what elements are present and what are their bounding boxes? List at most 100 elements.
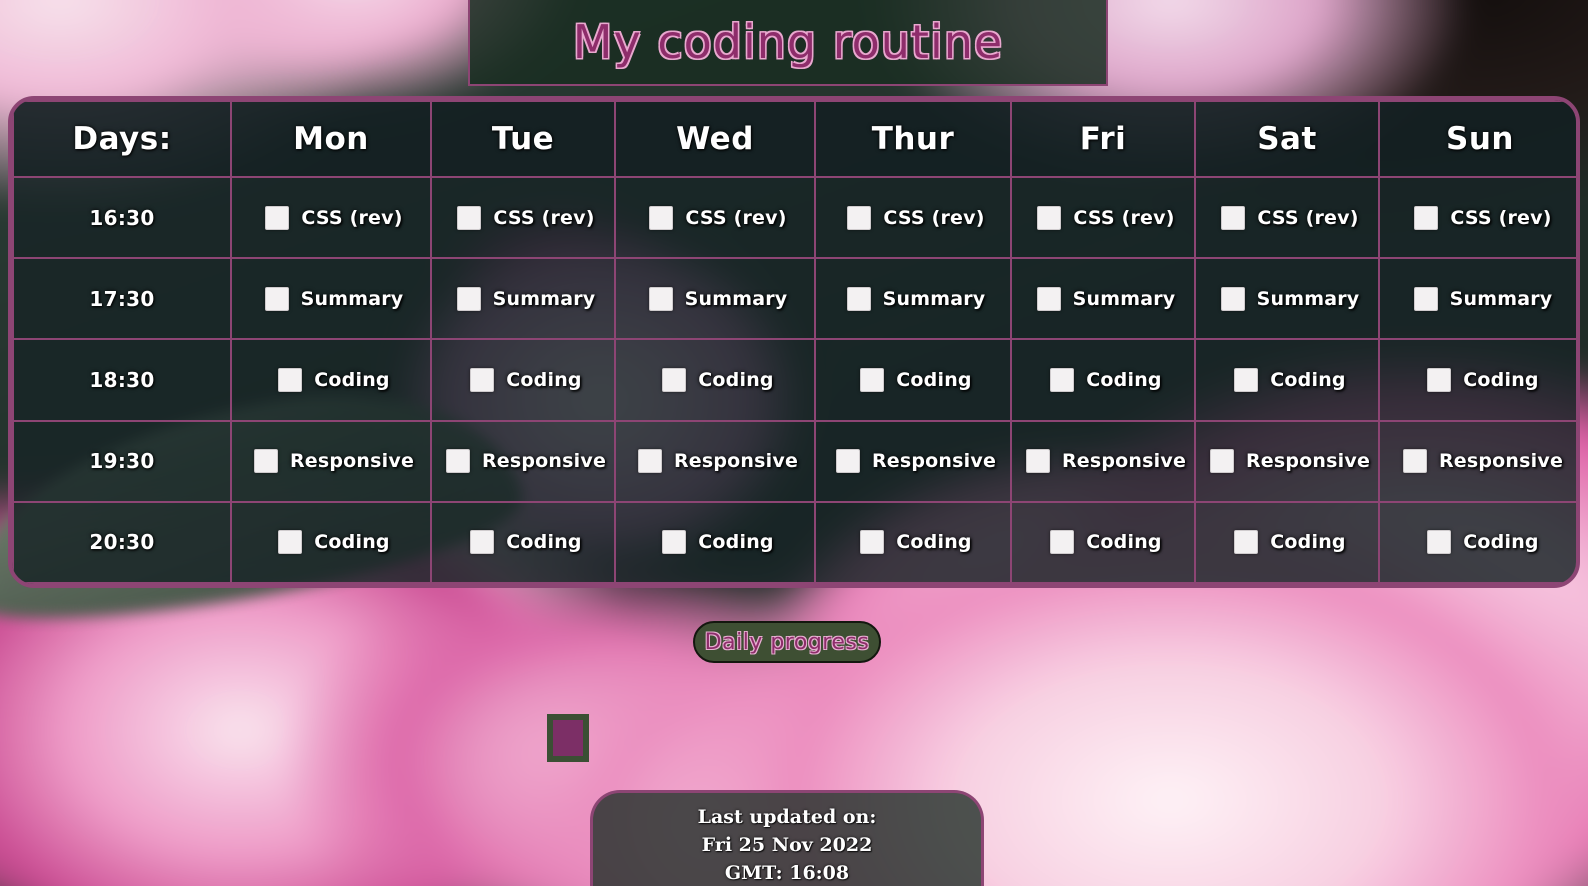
- task-item: Summary: [1012, 286, 1194, 311]
- task-label: Coding: [1270, 531, 1346, 554]
- task-item: Coding: [432, 530, 614, 555]
- schedule-row: 18:30 Coding Coding Coding Coding Coding Codin…: [12, 338, 1576, 422]
- task-checkbox[interactable]: [1025, 449, 1050, 474]
- task-checkbox[interactable]: [1402, 449, 1427, 474]
- task-cell-fri: Responsive: [1010, 419, 1196, 503]
- task-checkbox[interactable]: [253, 449, 278, 474]
- time-cell: 19:30: [12, 419, 232, 503]
- task-cell-sat: Coding: [1194, 500, 1380, 584]
- task-checkbox[interactable]: [1050, 367, 1075, 392]
- task-cell-sun: Coding: [1378, 338, 1576, 422]
- task-checkbox[interactable]: [847, 205, 872, 230]
- page-title-box: My coding routine: [468, 0, 1108, 86]
- task-checkbox[interactable]: [860, 530, 885, 555]
- header-sat-label: Sat: [1257, 121, 1317, 157]
- task-item: Coding: [232, 367, 430, 392]
- task-checkbox[interactable]: [1414, 205, 1439, 230]
- last-updated-date: Fri 25 Nov 2022: [701, 834, 873, 856]
- task-item: Coding: [816, 367, 1010, 392]
- task-item: Coding: [1196, 530, 1378, 555]
- task-checkbox[interactable]: [456, 286, 481, 311]
- task-checkbox[interactable]: [470, 530, 495, 555]
- task-item: CSS (rev): [616, 205, 814, 230]
- task-label: Coding: [1086, 368, 1162, 391]
- task-checkbox[interactable]: [445, 449, 470, 474]
- task-checkbox[interactable]: [1234, 367, 1259, 392]
- task-cell-sat: CSS (rev): [1194, 175, 1380, 260]
- task-item: Coding: [232, 530, 430, 555]
- task-checkbox[interactable]: [649, 205, 674, 230]
- task-cell-wed: Coding: [614, 338, 816, 422]
- task-cell-thur: Responsive: [814, 419, 1012, 503]
- task-checkbox[interactable]: [264, 286, 289, 311]
- time-label: 19:30: [89, 449, 155, 474]
- task-item: Coding: [1012, 367, 1194, 392]
- task-label: Coding: [506, 531, 582, 554]
- header-fri: Fri: [1010, 100, 1196, 178]
- task-cell-sun: CSS (rev): [1378, 175, 1576, 260]
- schedule-row: 16:30 CSS (rev) CSS (rev) CSS (rev) CSS (rev…: [12, 175, 1576, 260]
- task-cell-wed: Summary: [614, 257, 816, 341]
- task-label: Coding: [1463, 531, 1539, 554]
- page-title: My coding routine: [572, 15, 1004, 69]
- task-checkbox[interactable]: [1427, 367, 1452, 392]
- task-checkbox[interactable]: [860, 367, 885, 392]
- task-item: Summary: [1380, 286, 1576, 311]
- task-label: Responsive: [1245, 450, 1371, 473]
- task-cell-thur: CSS (rev): [814, 175, 1012, 260]
- schedule-table-head: Days: Mon Tue Wed Thur Fri Sat Sun: [12, 100, 1576, 178]
- task-checkbox[interactable]: [1220, 286, 1245, 311]
- task-checkbox[interactable]: [1234, 530, 1259, 555]
- task-item: Responsive: [432, 449, 614, 474]
- last-updated-label: Last updated on:: [697, 806, 877, 828]
- schedule-row: 19:30 Responsive Responsive Responsive Respo…: [12, 419, 1576, 503]
- task-item: Coding: [1380, 367, 1576, 392]
- task-checkbox[interactable]: [662, 530, 687, 555]
- task-cell-wed: Coding: [614, 500, 816, 584]
- task-checkbox[interactable]: [1221, 205, 1246, 230]
- task-label: Responsive: [871, 450, 997, 473]
- task-checkbox[interactable]: [1050, 530, 1075, 555]
- task-checkbox[interactable]: [470, 367, 495, 392]
- task-cell-tue: Summary: [430, 257, 616, 341]
- task-label: Coding: [698, 531, 774, 554]
- task-checkbox[interactable]: [648, 286, 673, 311]
- task-label: Summary: [492, 287, 596, 310]
- header-tue-label: Tue: [491, 121, 555, 157]
- header-tue: Tue: [430, 100, 616, 178]
- task-label: CSS (rev): [1257, 206, 1359, 229]
- task-label: Coding: [896, 368, 972, 391]
- task-checkbox[interactable]: [278, 367, 303, 392]
- task-checkbox[interactable]: [457, 205, 482, 230]
- task-cell-sat: Coding: [1194, 338, 1380, 422]
- task-checkbox[interactable]: [1036, 286, 1061, 311]
- time-label: 16:30: [89, 205, 155, 230]
- task-cell-mon: Responsive: [230, 419, 432, 503]
- last-updated-time: GMT: 16:08: [724, 862, 850, 884]
- task-cell-mon: CSS (rev): [230, 175, 432, 260]
- task-label: Summary: [1256, 287, 1360, 310]
- time-label: 17:30: [89, 286, 155, 311]
- header-thur: Thur: [814, 100, 1012, 178]
- task-item: Responsive: [816, 449, 1010, 474]
- task-cell-thur: Coding: [814, 338, 1012, 422]
- task-cell-tue: Responsive: [430, 419, 616, 503]
- time-cell: 20:30: [12, 500, 232, 584]
- task-item: Responsive: [1196, 449, 1378, 474]
- task-item: Responsive: [1012, 449, 1194, 474]
- task-checkbox[interactable]: [835, 449, 860, 474]
- task-checkbox[interactable]: [278, 530, 303, 555]
- task-checkbox[interactable]: [662, 367, 687, 392]
- task-cell-fri: Summary: [1010, 257, 1196, 341]
- daily-progress-button[interactable]: Daily progress: [693, 621, 881, 663]
- task-label: Summary: [1449, 287, 1553, 310]
- task-checkbox[interactable]: [265, 205, 290, 230]
- task-checkbox[interactable]: [1427, 530, 1452, 555]
- task-item: Coding: [616, 367, 814, 392]
- task-checkbox[interactable]: [637, 449, 662, 474]
- task-checkbox[interactable]: [846, 286, 871, 311]
- task-checkbox[interactable]: [1037, 205, 1062, 230]
- task-checkbox[interactable]: [1209, 449, 1234, 474]
- task-cell-wed: CSS (rev): [614, 175, 816, 260]
- task-checkbox[interactable]: [1413, 286, 1438, 311]
